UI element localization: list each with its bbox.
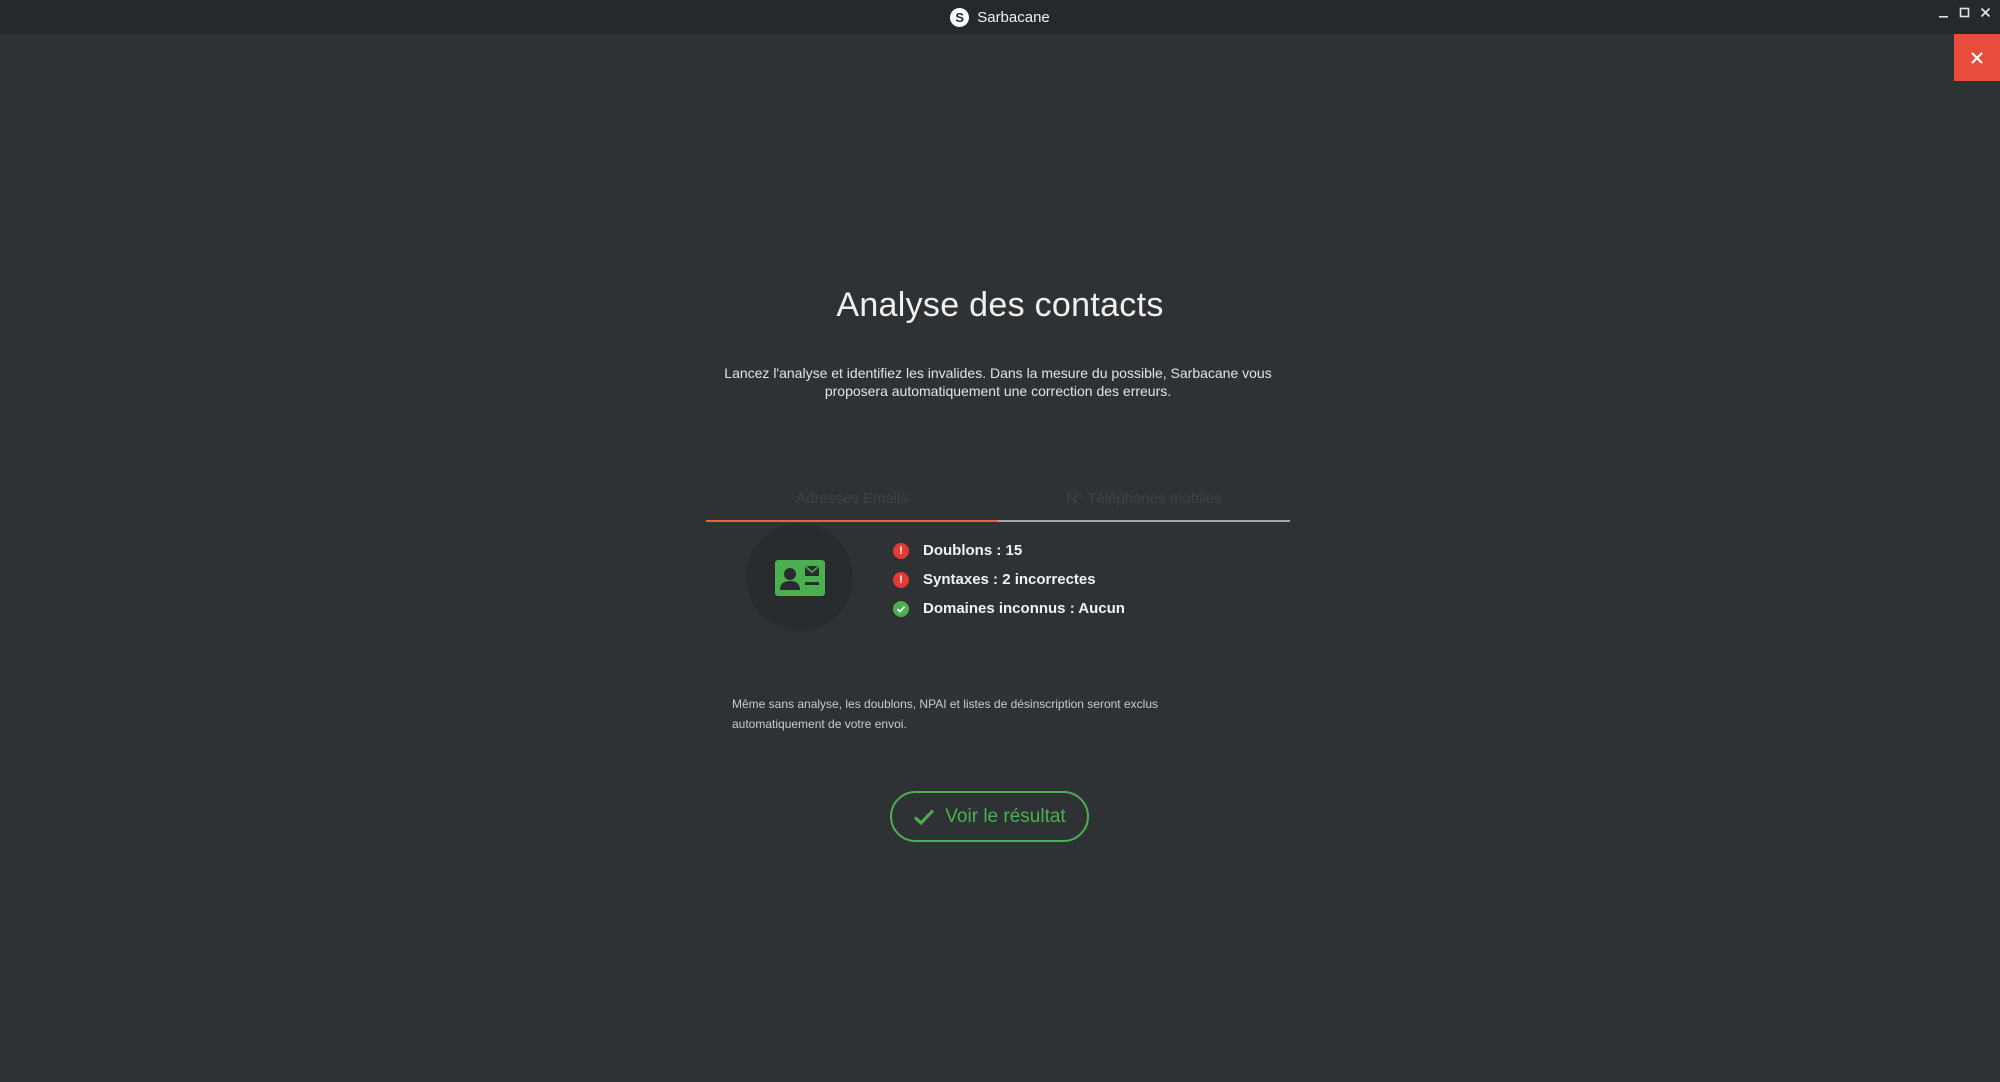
view-result-label: Voir le résultat	[945, 805, 1066, 827]
check-row-domains: Domaines inconnus : Aucun	[893, 594, 1125, 623]
maximize-icon[interactable]	[1958, 6, 1971, 19]
alert-icon: !	[893, 571, 909, 588]
minimize-icon[interactable]	[1937, 6, 1950, 19]
checkmark-icon	[914, 808, 935, 825]
analysis-results: ! Doublons : 15 ! Syntaxes : 2 incorrect…	[893, 536, 1125, 623]
main-content: Analyse des contacts Lancez l'analyse et…	[0, 34, 2000, 1082]
check-circle-icon	[893, 600, 909, 617]
check-row-duplicates: ! Doublons : 15	[893, 536, 1125, 565]
app-brand: S Sarbacane	[950, 7, 1050, 27]
tab-email-addresses[interactable]: Adresses Emails	[706, 480, 998, 522]
check-row-syntax: ! Syntaxes : 2 incorrectes	[893, 565, 1125, 594]
page-description: Lancez l'analyse et identifiez les inval…	[724, 365, 1272, 399]
app-title: Sarbacane	[977, 8, 1050, 26]
contact-avatar	[746, 524, 853, 631]
sarbacane-logo-icon: S	[950, 7, 970, 27]
window-controls	[1937, 6, 1992, 19]
title-bar: S Sarbacane	[0, 0, 2000, 34]
page-title: Analyse des contacts	[836, 286, 1164, 324]
window-close-icon[interactable]	[1979, 6, 1992, 19]
alert-icon: !	[893, 542, 909, 559]
check-text-syntax: Syntaxes : 2 incorrectes	[923, 571, 1096, 588]
contact-card-icon	[774, 559, 825, 596]
check-text-duplicates: Doublons : 15	[923, 542, 1023, 559]
analysis-tabs: Adresses Emails N° Téléphones mobiles	[706, 480, 1290, 522]
view-result-button[interactable]: Voir le résultat	[890, 791, 1089, 842]
check-text-domains: Domaines inconnus : Aucun	[923, 600, 1125, 617]
exclusion-note: Même sans analyse, les doublons, NPAI et…	[732, 697, 1158, 731]
tab-mobile-phones[interactable]: N° Téléphones mobiles	[998, 480, 1290, 520]
